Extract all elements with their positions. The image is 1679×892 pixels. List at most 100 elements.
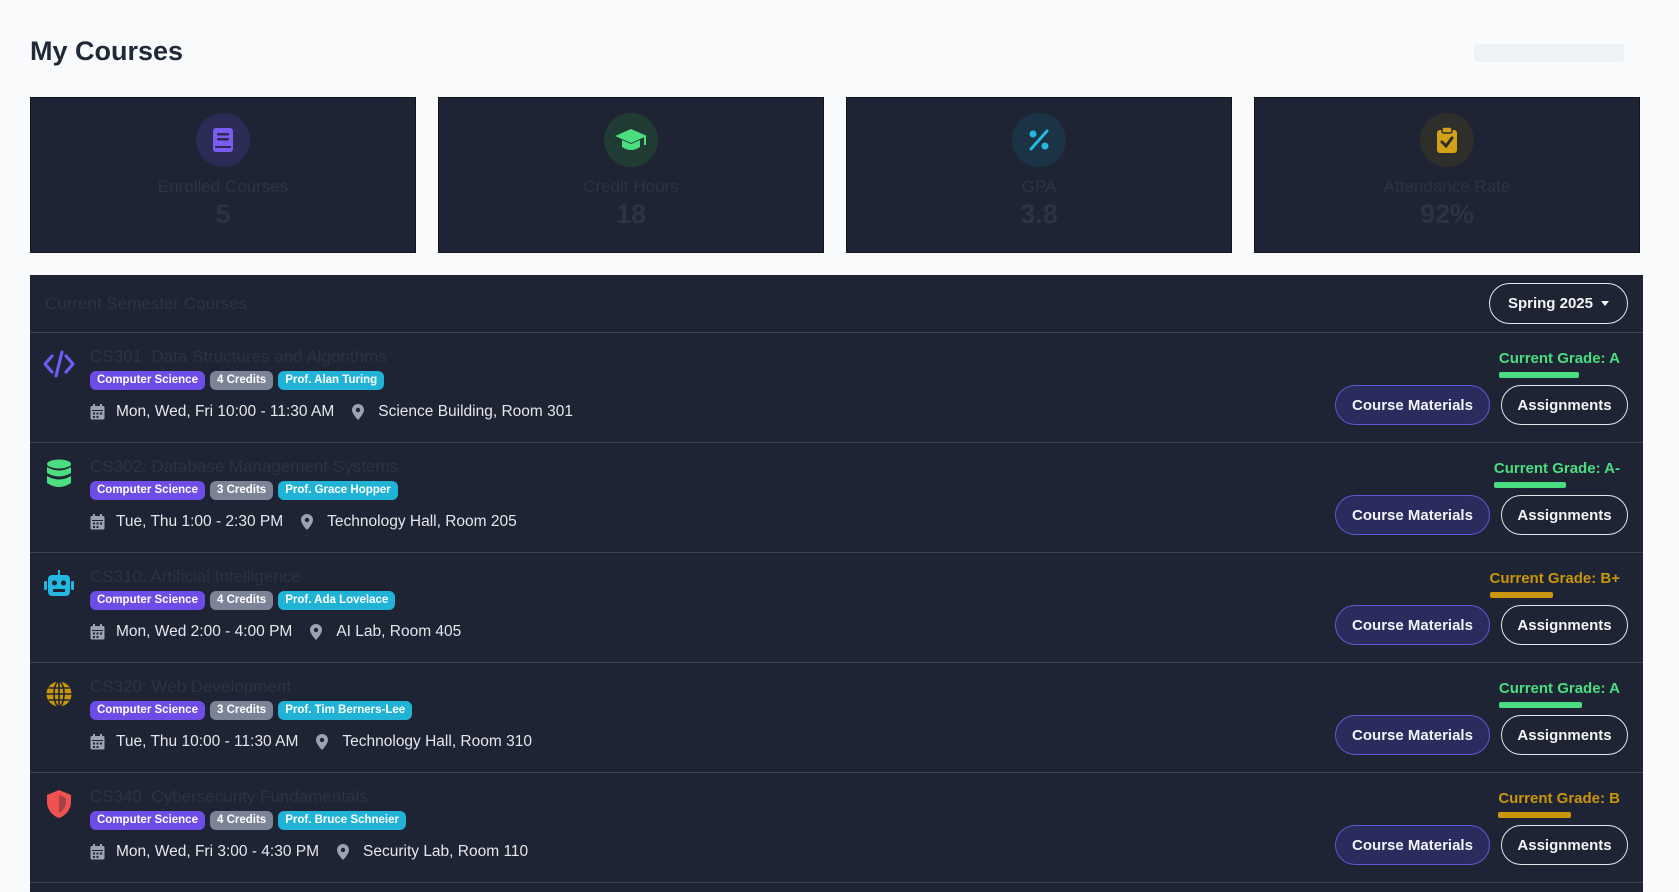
course-materials-button[interactable]: Course Materials — [1335, 605, 1490, 645]
courses-panel-header: Current Semester Courses Spring 2025 — [30, 275, 1643, 333]
course-title[interactable]: CS301: Data Structures and Algorithms — [90, 347, 387, 367]
grade-indicator: Current Grade: A- — [1493, 460, 1620, 488]
current-grade: Current Grade: A — [1498, 680, 1620, 697]
grade-progress-bar — [1498, 372, 1580, 378]
stat-label: Credit Hours — [583, 177, 679, 196]
courses-panel: Current Semester Courses Spring 2025 CS3… — [30, 275, 1643, 892]
course-materials-button[interactable]: Course Materials — [1335, 715, 1490, 755]
clipboard-check-icon — [1420, 113, 1474, 167]
stat-value: 18 — [615, 199, 647, 229]
course-schedule: Tue, Thu 10:00 - 11:30 AM — [116, 733, 299, 750]
course-row: CS301: Data Structures and Algorithms Co… — [30, 333, 1643, 443]
stat-value: 5 — [215, 199, 231, 229]
current-grade: Current Grade: B+ — [1489, 570, 1620, 587]
stat-label: GPA — [1021, 177, 1057, 196]
calendar-icon — [90, 734, 106, 750]
stat-card-attendance: Attendance Rate 92% — [1254, 97, 1640, 253]
course-list: CS301: Data Structures and Algorithms Co… — [30, 333, 1643, 883]
assignments-button[interactable]: Assignments — [1501, 495, 1628, 535]
grade-progress-bar — [1498, 702, 1582, 708]
calendar-icon — [90, 624, 106, 640]
course-materials-button[interactable]: Course Materials — [1335, 385, 1490, 425]
caret-down-icon — [1601, 301, 1609, 306]
course-badges: Computer Science 4 Credits Prof. Alan Tu… — [90, 371, 385, 390]
course-title[interactable]: CS302: Database Management Systems — [90, 457, 398, 477]
course-badges: Computer Science 4 Credits Prof. Ada Lov… — [90, 591, 396, 610]
page-title: My Courses — [30, 36, 184, 66]
grade-indicator: Current Grade: A — [1498, 350, 1620, 378]
department-badge: Computer Science — [90, 701, 205, 720]
calendar-icon — [90, 514, 106, 530]
course-materials-button[interactable]: Course Materials — [1335, 825, 1490, 865]
course-badges: Computer Science 3 Credits Prof. Grace H… — [90, 481, 398, 500]
course-schedule: Tue, Thu 1:00 - 2:30 PM — [116, 513, 284, 530]
assignments-button[interactable]: Assignments — [1501, 385, 1628, 425]
course-materials-button[interactable]: Course Materials — [1335, 495, 1490, 535]
stat-label: Attendance Rate — [1383, 177, 1511, 196]
map-pin-icon — [352, 404, 368, 420]
current-grade: Current Grade: B — [1498, 790, 1620, 807]
course-row: CS340: Cybersecurity Fundamentals Comput… — [30, 773, 1643, 883]
panel-title: Current Semester Courses — [45, 293, 248, 313]
stat-label: Enrolled Courses — [157, 177, 289, 196]
calendar-icon — [90, 404, 106, 420]
department-badge: Computer Science — [90, 481, 205, 500]
course-badges: Computer Science 3 Credits Prof. Tim Ber… — [90, 701, 413, 720]
department-badge: Computer Science — [90, 591, 205, 610]
grade-progress-bar — [1493, 482, 1567, 488]
professor-badge: Prof. Tim Berners-Lee — [278, 701, 413, 720]
assignments-button[interactable]: Assignments — [1501, 825, 1628, 865]
page: My Courses Enrolled Courses 5 Credit Hou… — [0, 0, 1679, 892]
globe-icon — [42, 677, 76, 711]
database-icon — [42, 457, 76, 491]
course-location: Technology Hall, Room 205 — [327, 513, 517, 530]
course-title[interactable]: CS320: Web Development — [90, 677, 291, 697]
course-meta: Mon, Wed, Fri 10:00 - 11:30 AM Science B… — [90, 403, 573, 421]
course-actions: Course Materials Assignments — [1335, 495, 1628, 535]
assignments-button[interactable]: Assignments — [1501, 715, 1628, 755]
course-location: AI Lab, Room 405 — [336, 623, 462, 640]
semester-dropdown[interactable]: Spring 2025 — [1488, 283, 1628, 324]
course-meta: Mon, Wed 2:00 - 4:00 PM AI Lab, Room 405 — [90, 623, 461, 641]
credits-badge: 4 Credits — [209, 371, 274, 390]
book-icon — [196, 113, 250, 167]
stat-card-credits: Credit Hours 18 — [438, 97, 824, 253]
course-badges: Computer Science 4 Credits Prof. Bruce S… — [90, 811, 406, 830]
course-title[interactable]: CS340: Cybersecurity Fundamentals — [90, 787, 368, 807]
map-pin-icon — [316, 734, 332, 750]
grade-indicator: Current Grade: B — [1498, 790, 1620, 818]
header-action-placeholder — [1474, 44, 1624, 62]
course-title[interactable]: CS310: Artificial Intelligence — [90, 567, 301, 587]
calendar-icon — [90, 844, 106, 860]
course-actions: Course Materials Assignments — [1335, 385, 1628, 425]
course-schedule: Mon, Wed 2:00 - 4:00 PM — [116, 623, 293, 640]
credits-badge: 3 Credits — [209, 481, 274, 500]
map-pin-icon — [337, 844, 353, 860]
professor-badge: Prof. Grace Hopper — [278, 481, 398, 500]
course-actions: Course Materials Assignments — [1335, 825, 1628, 865]
course-meta: Mon, Wed, Fri 3:00 - 4:30 PM Security La… — [90, 843, 528, 861]
stat-value: 92% — [1419, 199, 1475, 229]
department-badge: Computer Science — [90, 371, 205, 390]
grade-indicator: Current Grade: B+ — [1489, 570, 1620, 598]
grade-progress-bar — [1498, 812, 1571, 818]
stat-card-gpa: GPA 3.8 — [846, 97, 1232, 253]
course-actions: Course Materials Assignments — [1335, 715, 1628, 755]
stats-row: Enrolled Courses 5 Credit Hours 18 GPA 3… — [30, 97, 1640, 253]
grade-progress-bar — [1489, 592, 1553, 598]
current-grade: Current Grade: A — [1498, 350, 1620, 367]
department-badge: Computer Science — [90, 811, 205, 830]
grade-indicator: Current Grade: A — [1498, 680, 1620, 708]
graduation-cap-icon — [604, 113, 658, 167]
shield-icon — [42, 787, 76, 821]
course-location: Security Lab, Room 110 — [363, 843, 529, 860]
professor-badge: Prof. Ada Lovelace — [278, 591, 396, 610]
course-row: CS320: Web Development Computer Science … — [30, 663, 1643, 773]
map-pin-icon — [310, 624, 326, 640]
robot-icon — [42, 567, 76, 601]
code-icon — [42, 347, 76, 381]
credits-badge: 4 Credits — [209, 811, 274, 830]
assignments-button[interactable]: Assignments — [1501, 605, 1628, 645]
course-location: Science Building, Room 301 — [378, 403, 573, 420]
course-actions: Course Materials Assignments — [1335, 605, 1628, 645]
